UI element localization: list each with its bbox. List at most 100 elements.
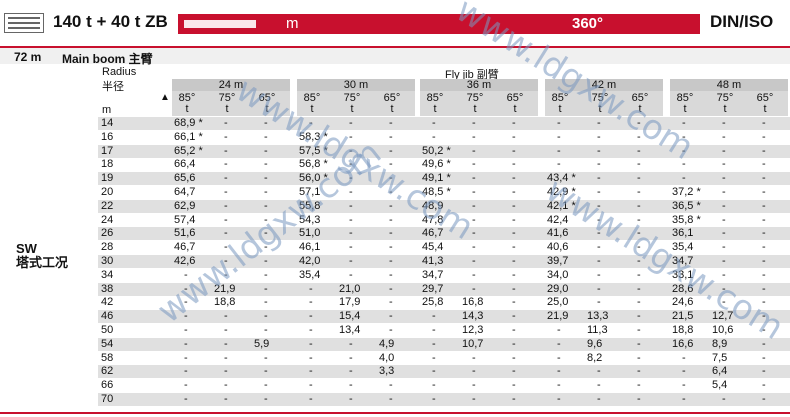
empty-cell: - [637,172,641,185]
empty-cell: - [597,130,601,143]
empty-cell: - [762,365,766,378]
unit-label: t [513,103,517,115]
empty-cell: - [682,379,686,392]
empty-cell: - [762,393,766,405]
capacity-cell: 16,8 [462,296,484,309]
empty-cell: - [722,130,726,143]
standard-label: DIN/ISO [710,12,774,31]
empty-cell: - [597,296,601,309]
empty-cell: - [309,351,313,364]
capacity-cell: 6,4 [712,365,728,378]
empty-cell: - [762,130,766,143]
empty-cell: - [557,393,561,405]
unit-label: t [185,103,189,115]
empty-cell: - [349,268,353,281]
empty-cell: - [264,172,268,185]
empty-cell: - [349,393,353,405]
empty-cell: - [472,255,476,267]
empty-cell: - [597,268,601,281]
empty-cell: - [597,393,601,405]
empty-cell: - [597,144,601,157]
capacity-cell: 62,9 [174,199,196,212]
empty-cell: - [637,268,641,281]
empty-cell: - [264,158,268,171]
empty-cell: - [472,144,476,157]
capacity-cell: 46,7 [174,241,196,254]
empty-cell: - [722,117,726,129]
empty-cell: - [597,241,601,254]
triangle-icon: ▲ [160,92,170,103]
capacity-cell: 5,9 [254,337,270,350]
empty-cell: - [762,117,766,129]
capacity-cell: 42,0 [299,255,321,267]
empty-cell: - [264,296,268,309]
empty-cell: - [389,324,393,336]
empty-cell: - [472,282,476,295]
radius-cell: 50 [101,324,114,336]
unit-label: t [683,103,687,115]
empty-cell: - [512,186,516,198]
capacity-cell: 34,7 [422,268,444,281]
empty-cell: - [762,199,766,212]
radius-cell: 38 [101,282,114,295]
capacity-cell: 21,5 [672,310,694,323]
empty-cell: - [264,144,268,157]
empty-cell: - [512,337,516,350]
empty-cell: - [432,130,436,143]
capacity-cell: 35,4 [299,268,321,281]
empty-cell: - [597,158,601,171]
empty-cell: - [309,296,313,309]
empty-cell: - [349,255,353,267]
radius-cell: 54 [101,337,114,350]
empty-cell: - [682,365,686,378]
empty-cell: - [349,351,353,364]
empty-cell: - [432,310,436,323]
capacity-cell: 5,4 [712,379,728,392]
empty-cell: - [389,241,393,254]
capacity-cell: 25,8 [422,296,444,309]
empty-cell: - [389,213,393,226]
empty-cell: - [349,241,353,254]
empty-cell: - [682,393,686,405]
empty-cell: - [432,379,436,392]
empty-cell: - [389,268,393,281]
table-row: 18 66,4- -56,8 * - -49,6 * - - - - - - - - [98,158,790,171]
capacity-cell: 14,3 [462,310,484,323]
empty-cell: - [637,282,641,295]
empty-cell: - [512,351,516,364]
header-bar: m 360° [178,14,700,34]
capacity-cell: 15,4 [339,310,361,323]
empty-cell: - [264,324,268,336]
empty-cell: - [762,144,766,157]
empty-cell: - [637,351,641,364]
table-row: 66 - - - - - - - - - - - - - 5,4 - [98,379,790,392]
empty-cell: - [557,117,561,129]
empty-cell: - [722,255,726,267]
empty-cell: - [309,337,313,350]
empty-cell: - [184,351,188,364]
radius-cell: 18 [101,158,114,171]
empty-cell: - [389,393,393,405]
empty-cell: - [637,310,641,323]
capacity-cell: 41,6 [547,227,569,240]
empty-cell: - [472,172,476,185]
capacity-cell: 4,0 [379,351,395,364]
capacity-cell: 49,6 * [422,158,451,171]
empty-cell: - [512,117,516,129]
empty-cell: - [557,337,561,350]
radius-cell: 16 [101,130,114,143]
empty-cell: - [432,351,436,364]
radius-cell: 34 [101,268,114,281]
empty-cell: - [389,144,393,157]
unit-label: t [350,103,354,115]
jib-length-header: 30 m [297,79,415,91]
empty-cell: - [637,144,641,157]
empty-cell: - [597,172,601,185]
unit-label: t [558,103,562,115]
unit-label: t [390,103,394,115]
capacity-cell: 9,6 [587,337,603,350]
empty-cell: - [224,199,228,212]
capacity-cell: 13,4 [339,324,361,336]
sw-label: SW [16,241,37,256]
capacity-cell: 37,2 * [672,186,701,198]
